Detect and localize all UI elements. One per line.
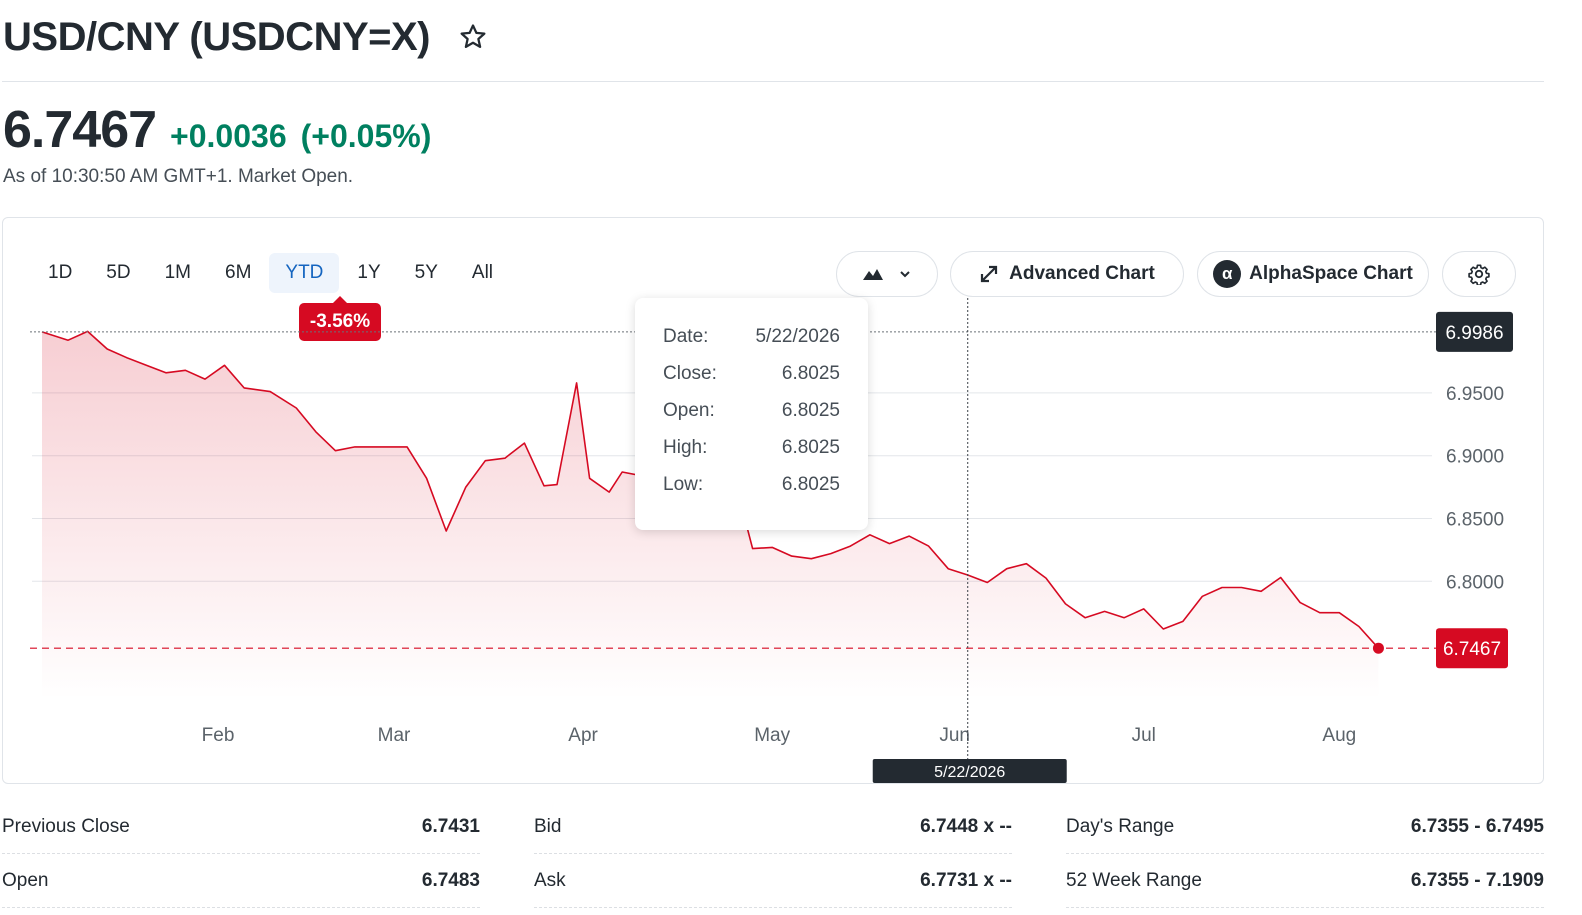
- y-tick-label: 6.9000: [1446, 447, 1504, 468]
- tooltip-low: 6.8025: [781, 474, 840, 495]
- stat-row: Previous Close 6.7431: [2, 800, 480, 854]
- x-tick-label: May: [754, 725, 790, 746]
- stat-row: Day's Range 6.7355 - 6.7495: [1066, 800, 1544, 854]
- chart-tooltip: Date: 5/22/2026 Close: 6.8025 Open: 6.8025 …: [635, 298, 868, 530]
- y-tick-label: 6.8000: [1446, 572, 1504, 593]
- tooltip-date: 5/22/2026: [755, 326, 840, 347]
- tooltip-low-row: Low: 6.8025: [663, 474, 840, 511]
- last-price-label: 6.7467: [1443, 639, 1501, 660]
- stats-column-2: Bid 6.7448 x -- Ask 6.7731 x --: [534, 800, 1012, 908]
- crosshair-date-label: 5/22/2026: [934, 764, 1005, 781]
- last-price-dot: [1372, 642, 1384, 654]
- x-tick-label: Jun: [939, 725, 970, 746]
- x-tick-label: Apr: [568, 725, 598, 746]
- tooltip-high-row: High: 6.8025: [663, 437, 840, 474]
- y-tick-label: 6.9500: [1446, 384, 1504, 405]
- x-tick-label: Mar: [378, 725, 411, 746]
- high-price-label: 6.9986: [1445, 323, 1503, 344]
- tooltip-close: 6.8025: [781, 363, 840, 384]
- stats-column-1: Previous Close 6.7431 Open 6.7483: [2, 800, 480, 908]
- stat-row: Bid 6.7448 x --: [534, 800, 1012, 854]
- x-tick-label: Aug: [1322, 725, 1356, 746]
- stat-row: Ask 6.7731 x --: [534, 854, 1012, 908]
- x-tick-label: Jul: [1132, 725, 1156, 746]
- stats-column-3: Day's Range 6.7355 - 6.7495 52 Week Range…: [1066, 800, 1544, 908]
- tooltip-close-row: Close: 6.8025: [663, 363, 840, 400]
- tooltip-date-row: Date: 5/22/2026: [663, 326, 840, 363]
- y-tick-label: 6.8500: [1446, 509, 1504, 530]
- x-tick-label: Feb: [202, 725, 235, 746]
- tooltip-high: 6.8025: [781, 437, 840, 458]
- stat-row: 52 Week Range 6.7355 - 7.1909: [1066, 854, 1544, 908]
- tooltip-open-row: Open: 6.8025: [663, 400, 840, 437]
- stat-row: Open 6.7483: [2, 854, 480, 908]
- tooltip-open: 6.8025: [781, 400, 840, 421]
